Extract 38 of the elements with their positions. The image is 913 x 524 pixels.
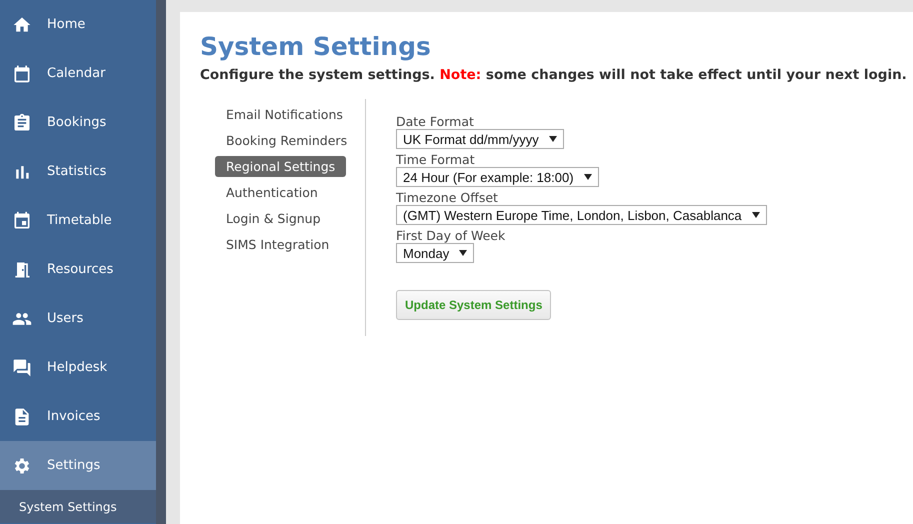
calendar-icon <box>12 64 32 84</box>
calendar-event-icon <box>12 210 32 230</box>
caret-icon <box>459 250 468 256</box>
settings-menu-item[interactable]: Email Notifications <box>215 104 354 125</box>
field-label: First Day of Week <box>396 228 506 243</box>
settings-menu-item[interactable]: Login & Signup <box>215 208 332 229</box>
field-label: Timezone Offset <box>396 190 499 205</box>
caret-icon <box>584 174 592 180</box>
settings-menu-item[interactable]: SIMS Integration <box>215 234 340 255</box>
dropdown[interactable]: Monday <box>396 243 474 263</box>
sidebar-item[interactable]: Home <box>0 0 156 49</box>
sidebar-item[interactable]: Calendar <box>0 49 156 98</box>
sidebar-item[interactable]: Helpdesk <box>0 343 156 392</box>
dropdown[interactable]: 24 Hour (For example: 18:00) <box>396 167 599 187</box>
field-label: Date Format <box>396 114 475 129</box>
home-icon <box>12 14 32 34</box>
sidebar-item[interactable]: Timetable <box>0 196 156 245</box>
settings-menu-item[interactable]: Regional Settings <box>215 156 346 177</box>
sidebar-item[interactable]: Settings <box>0 441 156 490</box>
dropdown[interactable]: UK Format dd/mm/yyyy <box>396 129 564 149</box>
intro-text: Configure the system settings. Note: some changes will not take effect until your next login. <box>200 67 908 83</box>
caret-icon <box>752 212 760 218</box>
settings-icon <box>12 456 32 476</box>
caret-icon <box>548 136 557 142</box>
settings-menu-item[interactable]: Authentication <box>215 182 329 203</box>
field-label: Time Format <box>396 152 476 167</box>
clipboard-icon <box>12 112 32 132</box>
sidebar-subitem[interactable]: System Settings <box>0 490 156 523</box>
page-title: System Settings <box>200 32 432 61</box>
sidebar-item[interactable]: Users <box>0 294 156 343</box>
dropdown[interactable]: (GMT) Western Europe Time, London, Lisbon, Casablanca <box>396 205 767 225</box>
update-button[interactable]: Update System Settings <box>396 290 552 320</box>
sidebar-item[interactable]: Bookings <box>0 98 156 147</box>
sidebar-item[interactable]: Invoices <box>0 392 156 441</box>
sidebar-item[interactable]: Statistics <box>0 147 156 196</box>
sidebar-item[interactable]: Resources <box>0 245 156 294</box>
settings-menu-item[interactable]: Booking Reminders <box>215 130 358 151</box>
chat-icon <box>12 358 32 378</box>
